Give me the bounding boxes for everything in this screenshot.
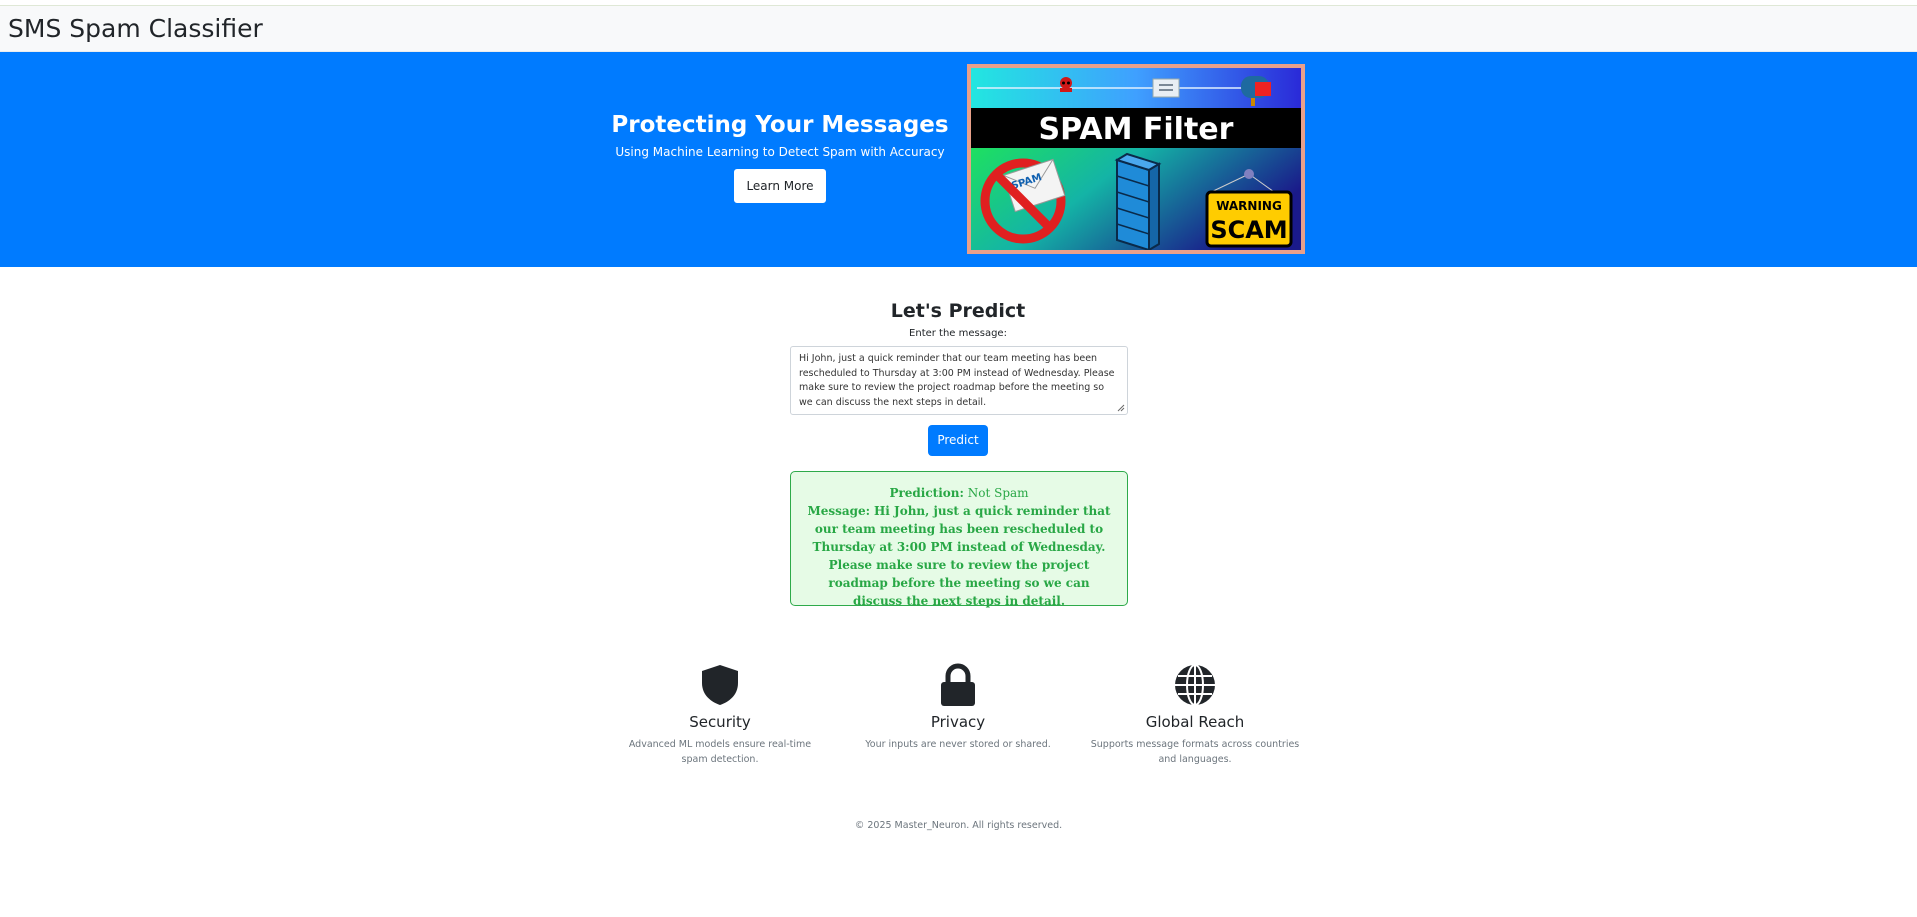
shield-icon	[702, 665, 738, 705]
predict-title: Let's Predict	[890, 300, 1026, 322]
navbar: SMS Spam Classifier	[0, 6, 1917, 52]
feature-title: Global Reach	[1145, 713, 1245, 731]
prediction-value: Not Spam	[967, 486, 1029, 500]
result-message-value: Hi John, just a quick reminder that our …	[812, 504, 1111, 608]
svg-text:WARNING: WARNING	[1216, 199, 1282, 213]
result-message-label: Message:	[807, 504, 871, 518]
predict-section: Let's Predict Enter the message: Hi John…	[790, 300, 1128, 456]
message-textarea[interactable]: Hi John, just a quick reminder that our …	[790, 346, 1128, 415]
spam-filter-illustration: SPAM Filter SPAM WARNING SCAM	[971, 68, 1301, 250]
skull-icon	[1060, 77, 1072, 92]
feature-global-reach: Global Reach Supports message formats ac…	[1090, 663, 1300, 767]
feature-privacy: Privacy Your inputs are never stored or …	[853, 663, 1063, 752]
message-label: Enter the message:	[909, 328, 1007, 339]
message-textarea-value: Hi John, just a quick reminder that our …	[799, 353, 1115, 409]
globe-icon	[1175, 664, 1215, 706]
feature-title: Privacy	[930, 713, 986, 731]
learn-more-button[interactable]: Learn More	[734, 169, 826, 203]
feature-desc: Supports message formats across countrie…	[1090, 739, 1300, 765]
feature-title: Security	[689, 713, 751, 731]
feature-security: Security Advanced ML models ensure real-…	[615, 663, 825, 767]
feature-desc: Your inputs are never stored or shared.	[865, 739, 1051, 750]
hero-subtitle: Using Machine Learning to Detect Spam wi…	[615, 145, 945, 159]
lock-icon	[941, 663, 975, 706]
footer-copyright: © 2025 Master_Neuron. All rights reserve…	[854, 820, 1063, 831]
resize-handle-icon[interactable]	[1117, 404, 1125, 412]
prediction-result: Prediction: Not Spam Message: Hi John, j…	[790, 471, 1128, 608]
hero-text: Protecting Your Messages Using Machine L…	[600, 112, 960, 203]
footer: © 2025 Master_Neuron. All rights reserve…	[0, 820, 1917, 831]
predict-button[interactable]: Predict	[928, 425, 988, 456]
hero-banner: Protecting Your Messages Using Machine L…	[0, 52, 1917, 267]
feature-desc: Advanced ML models ensure real-time spam…	[628, 739, 812, 765]
hero-title: Protecting Your Messages	[611, 112, 949, 138]
spam-filter-image: SPAM Filter SPAM WARNING SCAM	[967, 64, 1305, 254]
brand-title[interactable]: SMS Spam Classifier	[8, 14, 263, 43]
firewall-icon	[1114, 152, 1162, 250]
svg-text:SCAM: SCAM	[1210, 216, 1287, 244]
prediction-label: Prediction:	[889, 486, 964, 500]
banner-text: SPAM Filter	[1039, 112, 1234, 147]
warning-scam-sign: WARNING SCAM	[1205, 190, 1293, 248]
